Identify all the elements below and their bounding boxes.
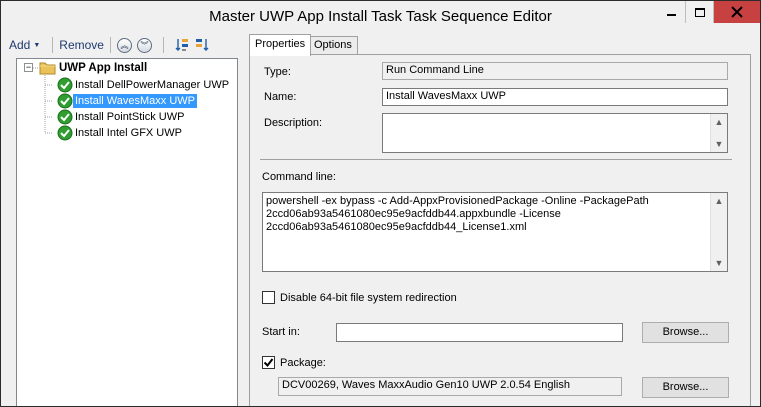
name-input[interactable]: Install WavesMaxx UWP — [382, 88, 728, 106]
command-line-label: Command line: — [262, 171, 336, 183]
tab-options[interactable]: Options — [308, 36, 358, 55]
package-field: DCV00269, Waves MaxxAudio Gen10 UWP 2.0.… — [278, 377, 622, 396]
check-circle-icon — [57, 93, 73, 109]
scroll-up-icon[interactable]: ▲ — [711, 114, 727, 130]
window-title: Master UWP App Install Task Task Sequenc… — [209, 8, 552, 25]
folder-icon — [39, 62, 56, 75]
tree-root-label: UWP App Install — [59, 62, 148, 74]
toolbar-separator — [52, 37, 54, 53]
move-down-button[interactable]: ︾ — [136, 37, 152, 53]
start-in-browse-button[interactable]: Browse... — [642, 322, 729, 343]
toolbar-separator — [162, 37, 164, 53]
tree-collapse-toggle[interactable]: − — [24, 63, 33, 72]
check-circle-icon — [57, 109, 73, 125]
tree-item-install-dellpowermanager[interactable]: Install DellPowerManager UWP — [57, 77, 231, 93]
package-label[interactable]: Package: — [280, 357, 326, 369]
type-label: Type: — [264, 66, 291, 78]
scroll-up-icon[interactable]: ▲ — [711, 193, 727, 209]
tree-item-label-selected: Install WavesMaxx UWP — [73, 94, 198, 108]
chevron-up-icon: ︽ — [120, 40, 129, 50]
command-line-input[interactable]: powershell -ex bypass -c Add-AppxProvisi… — [262, 192, 728, 272]
description-label: Description: — [264, 117, 323, 129]
check-circle-icon — [57, 77, 73, 93]
tree-item-label: Install Intel GFX UWP — [75, 127, 182, 139]
maximize-button[interactable] — [686, 1, 714, 23]
add-menu-button[interactable]: Add — [9, 38, 30, 52]
check-circle-icon — [57, 125, 73, 141]
task-sequence-tree[interactable]: − UWP App Install Install DellPowerManag… — [16, 58, 238, 406]
start-in-label: Start in: — [262, 326, 300, 338]
scroll-down-icon[interactable]: ▼ — [711, 136, 727, 152]
disable-redirection-label[interactable]: Disable 64-bit file system redirection — [280, 292, 457, 304]
tree-item-label: Install DellPowerManager UWP — [75, 79, 230, 91]
tree-item-install-intel-gfx[interactable]: Install Intel GFX UWP — [57, 125, 184, 141]
maximize-icon — [694, 7, 705, 17]
command-line-line-3: 2ccd06ab93a5461080ec95e9acfddb44_License… — [266, 221, 527, 233]
window-controls — [658, 1, 760, 23]
command-line-scrollbar[interactable]: ▲ ▼ — [710, 193, 727, 271]
close-icon — [731, 6, 743, 18]
tree-root-group[interactable]: UWP App Install — [39, 60, 149, 76]
package-browse-button[interactable]: Browse... — [642, 377, 729, 398]
type-field: Run Command Line — [382, 62, 728, 80]
tab-properties[interactable]: Properties — [249, 34, 312, 56]
tree-item-install-wavesmaxx[interactable]: Install WavesMaxx UWP — [57, 93, 198, 109]
sort-desc-icon — [195, 39, 209, 51]
sort-icon — [175, 39, 188, 51]
chevron-down-icon: ︾ — [140, 40, 149, 50]
checkmark-icon — [263, 358, 274, 368]
close-button[interactable] — [714, 1, 760, 23]
toolbar-separator — [109, 37, 111, 53]
tree-item-install-pointstick[interactable]: Install PointStick UWP — [57, 109, 186, 125]
properties-panel: Type: Run Command Line Name: Install Wav… — [249, 54, 751, 406]
sequence-toolbar: Add ▼ Remove ︽ ︾ — [9, 34, 241, 56]
minimize-icon — [667, 14, 676, 16]
scroll-down-icon[interactable]: ▼ — [711, 255, 727, 271]
section-divider — [260, 159, 732, 160]
sort-descending-button[interactable] — [194, 37, 210, 53]
disable-redirection-checkbox[interactable] — [262, 291, 275, 304]
package-checkbox[interactable] — [262, 356, 275, 369]
remove-button[interactable]: Remove — [59, 38, 104, 52]
start-in-input[interactable] — [336, 323, 623, 342]
name-label: Name: — [264, 91, 297, 103]
command-line-line-1: powershell -ex bypass -c Add-AppxProvisi… — [266, 195, 649, 207]
description-scrollbar[interactable]: ▲ ▼ — [710, 114, 727, 152]
move-up-button[interactable]: ︽ — [116, 37, 132, 53]
task-sequence-editor-window: Master UWP App Install Task Task Sequenc… — [0, 0, 761, 407]
sort-ascending-button[interactable] — [174, 37, 190, 53]
minimize-button[interactable] — [658, 1, 686, 23]
tree-item-label: Install PointStick UWP — [75, 111, 185, 123]
description-input[interactable]: ▲ ▼ — [382, 113, 728, 153]
add-dropdown-caret-icon[interactable]: ▼ — [33, 42, 40, 49]
title-bar: Master UWP App Install Task Task Sequenc… — [1, 1, 760, 33]
command-line-line-2: 2ccd06ab93a5461080ec95e9acfddb44.appxbun… — [266, 208, 561, 220]
